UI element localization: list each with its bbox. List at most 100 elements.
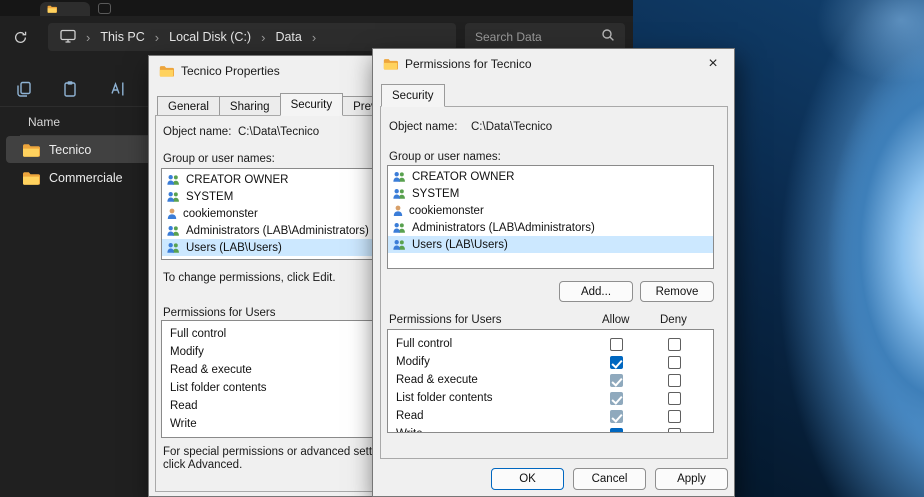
file-name: Tecnico [49, 143, 91, 157]
group-user-list: CREATOR OWNER SYSTEM cookiemonster Admin… [387, 165, 714, 269]
permission-row: Modify [388, 354, 713, 372]
deny-checkbox-list-folder-contents[interactable] [668, 392, 681, 405]
this-pc-icon [60, 29, 76, 46]
deny-column-header: Deny [660, 314, 687, 326]
permission-row: Full control [388, 336, 713, 354]
user-name: Administrators (LAB\Administrators) [186, 225, 369, 237]
permission-name: List folder contents [396, 392, 493, 404]
rename-button[interactable] [106, 77, 130, 101]
user-name: CREATOR OWNER [412, 171, 514, 183]
user-row[interactable]: cookiemonster [388, 202, 713, 219]
user-name: cookiemonster [183, 208, 258, 220]
deny-checkbox-read-execute[interactable] [668, 374, 681, 387]
folder-icon [47, 5, 57, 13]
permissions-for-users-label: Permissions for Users [389, 314, 501, 326]
new-tab-icon[interactable] [98, 3, 111, 14]
user-row[interactable]: CREATOR OWNER [388, 168, 713, 185]
edit-hint: To change permissions, click Edit. [163, 272, 336, 284]
object-name-label: Object name: [389, 121, 457, 133]
group-icon [392, 222, 407, 234]
user-icon [392, 205, 404, 217]
permissions-dialog-titlebar[interactable]: Permissions for Tecnico [373, 49, 734, 79]
group-icon [392, 188, 407, 200]
object-name-value: C:\Data\Tecnico [471, 121, 552, 133]
permission-row: Read [388, 408, 713, 426]
paste-button[interactable] [58, 77, 82, 101]
allow-checkbox-write[interactable] [610, 428, 623, 433]
column-header-name[interactable]: Name [28, 115, 60, 129]
deny-checkbox-read[interactable] [668, 410, 681, 423]
chevron-right-icon: › [312, 30, 316, 45]
search-input[interactable]: Search Data [465, 23, 625, 51]
deny-checkbox-modify[interactable] [668, 356, 681, 369]
refresh-button[interactable] [8, 25, 32, 49]
explorer-tab[interactable] [40, 2, 90, 16]
group-icon [392, 171, 407, 183]
group-icon [166, 174, 181, 186]
user-row[interactable]: SYSTEM [388, 185, 713, 202]
breadcrumb-local-disk[interactable]: Local Disk (C:) [169, 30, 251, 44]
user-name: cookiemonster [409, 205, 484, 217]
user-name: CREATOR OWNER [186, 174, 288, 186]
tab-general[interactable]: General [157, 96, 220, 116]
copy-button[interactable] [12, 77, 36, 101]
apply-button[interactable]: Apply [655, 468, 728, 490]
tab-security[interactable]: Security [381, 84, 445, 107]
add-button[interactable]: Add... [559, 281, 633, 302]
permission-name: Full control [396, 338, 452, 350]
copy-icon [15, 80, 33, 98]
breadcrumb-data[interactable]: Data [275, 30, 301, 44]
permission-row: Write [388, 426, 713, 433]
group-icon [392, 239, 407, 251]
chevron-right-icon: › [261, 30, 265, 45]
breadcrumb: › This PC › Local Disk (C:) › Data › [48, 23, 456, 51]
search-icon [601, 28, 615, 45]
permission-name: Modify [396, 356, 430, 368]
user-name: SYSTEM [412, 188, 459, 200]
refresh-icon [13, 30, 28, 45]
permission-name: Write [396, 428, 423, 433]
group-user-names-label: Group or user names: [389, 151, 501, 163]
allow-checkbox-read-execute [610, 374, 623, 387]
close-icon[interactable]: × [692, 49, 734, 79]
user-icon [166, 208, 178, 220]
user-row-selected[interactable]: Users (LAB\Users) [388, 236, 713, 253]
chevron-right-icon: › [86, 30, 90, 45]
remove-button[interactable]: Remove [640, 281, 714, 302]
tab-security[interactable]: Security [280, 93, 344, 116]
paste-icon [61, 80, 79, 98]
object-name-label: Object name: [163, 126, 231, 138]
folder-icon [383, 58, 398, 70]
file-name: Commerciale [49, 171, 123, 185]
permissions-tabs: Security [381, 87, 444, 107]
allow-checkbox-full-control[interactable] [610, 338, 623, 351]
allow-checkbox-modify[interactable] [610, 356, 623, 369]
cancel-button[interactable]: Cancel [573, 468, 646, 490]
object-name-value: C:\Data\Tecnico [238, 126, 319, 138]
folder-icon [22, 143, 40, 157]
advanced-hint-line1: For special permissions or advanced sett… [163, 446, 387, 458]
allow-column-header: Allow [602, 314, 629, 326]
search-placeholder: Search Data [475, 30, 542, 44]
group-icon [166, 242, 181, 254]
ok-button[interactable]: OK [491, 468, 564, 490]
dialog-title: Tecnico Properties [181, 64, 280, 78]
user-name: SYSTEM [186, 191, 233, 203]
permissions-for-users-label: Permissions for Users [163, 307, 275, 319]
tab-sharing[interactable]: Sharing [219, 96, 281, 116]
group-user-names-label: Group or user names: [163, 153, 275, 165]
permission-row: List folder contents [388, 390, 713, 408]
deny-checkbox-full-control[interactable] [668, 338, 681, 351]
advanced-hint-line2: click Advanced. [163, 459, 242, 471]
folder-icon [22, 171, 40, 185]
folder-icon [159, 65, 174, 77]
user-row[interactable]: Administrators (LAB\Administrators) [388, 219, 713, 236]
permissions-grid: Full control Modify Read & execute List … [387, 329, 714, 433]
permission-name: Read [396, 410, 424, 422]
deny-checkbox-write[interactable] [668, 428, 681, 433]
user-name: Users (LAB\Users) [412, 239, 508, 251]
dialog-title: Permissions for Tecnico [405, 57, 532, 71]
group-icon [166, 191, 181, 203]
allow-checkbox-read [610, 410, 623, 423]
breadcrumb-this-pc[interactable]: This PC [100, 30, 144, 44]
